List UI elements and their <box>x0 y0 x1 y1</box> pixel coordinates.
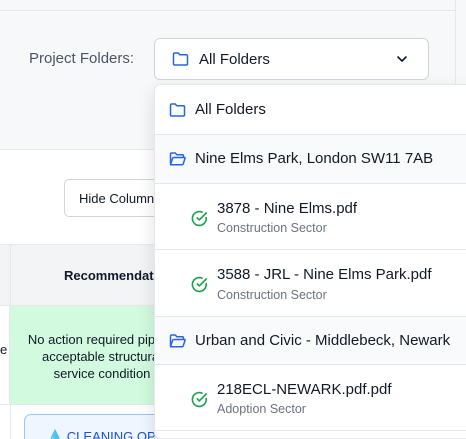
folder-group-label: Nine Elms Park, London SW11 7AB <box>195 150 434 167</box>
folder-group-middlebeck[interactable]: Urban and Civic - Middlebeck, Newark <box>155 317 466 365</box>
project-folders-label: Project Folders: <box>29 50 135 67</box>
folder-group-nine-elms[interactable]: Nine Elms Park, London SW11 7AB <box>155 135 466 184</box>
check-circle-icon <box>191 391 207 408</box>
folder-open-icon <box>169 152 186 166</box>
column-divider <box>10 245 11 307</box>
file-name: 218ECL-NEWARK.pdf.pdf <box>217 381 392 398</box>
folder-dropdown-menu: All Folders Nine Elms Park, London SW11 … <box>154 84 466 439</box>
selected-folder-text: All Folders <box>199 50 270 68</box>
file-sector: Adoption Sector <box>217 402 306 416</box>
file-item[interactable]: 218ECL-NEWARK.pdf.pdf Adoption Sector <box>155 365 466 431</box>
file-item[interactable]: 3588 - JRL - Nine Elms Park.pdf Construc… <box>155 250 466 317</box>
column-divider <box>10 404 11 439</box>
folder-group-label: Urban and Civic - Middlebeck, Newark <box>195 332 451 349</box>
menu-item-all-folders[interactable]: All Folders <box>155 85 466 135</box>
table-cell-text: e <box>0 342 8 357</box>
folder-icon <box>172 52 189 66</box>
file-item[interactable]: 3878 - Nine Elms.pdf Construction Sector <box>155 184 466 250</box>
file-sector: Construction Sector <box>217 221 327 235</box>
check-circle-icon <box>191 210 207 227</box>
chevron-down-icon <box>397 56 407 62</box>
folder-open-icon <box>169 334 186 348</box>
file-name: 3878 - Nine Elms.pdf <box>217 200 358 217</box>
file-name: 3588 - JRL - Nine Elms Park.pdf <box>217 266 432 283</box>
check-circle-icon <box>191 276 207 293</box>
folder-icon <box>169 103 186 117</box>
menu-item-label: All Folders <box>195 101 266 118</box>
file-sector: Construction Sector <box>217 288 327 302</box>
project-folder-select[interactable]: All Folders <box>154 38 429 80</box>
divider <box>0 10 455 11</box>
